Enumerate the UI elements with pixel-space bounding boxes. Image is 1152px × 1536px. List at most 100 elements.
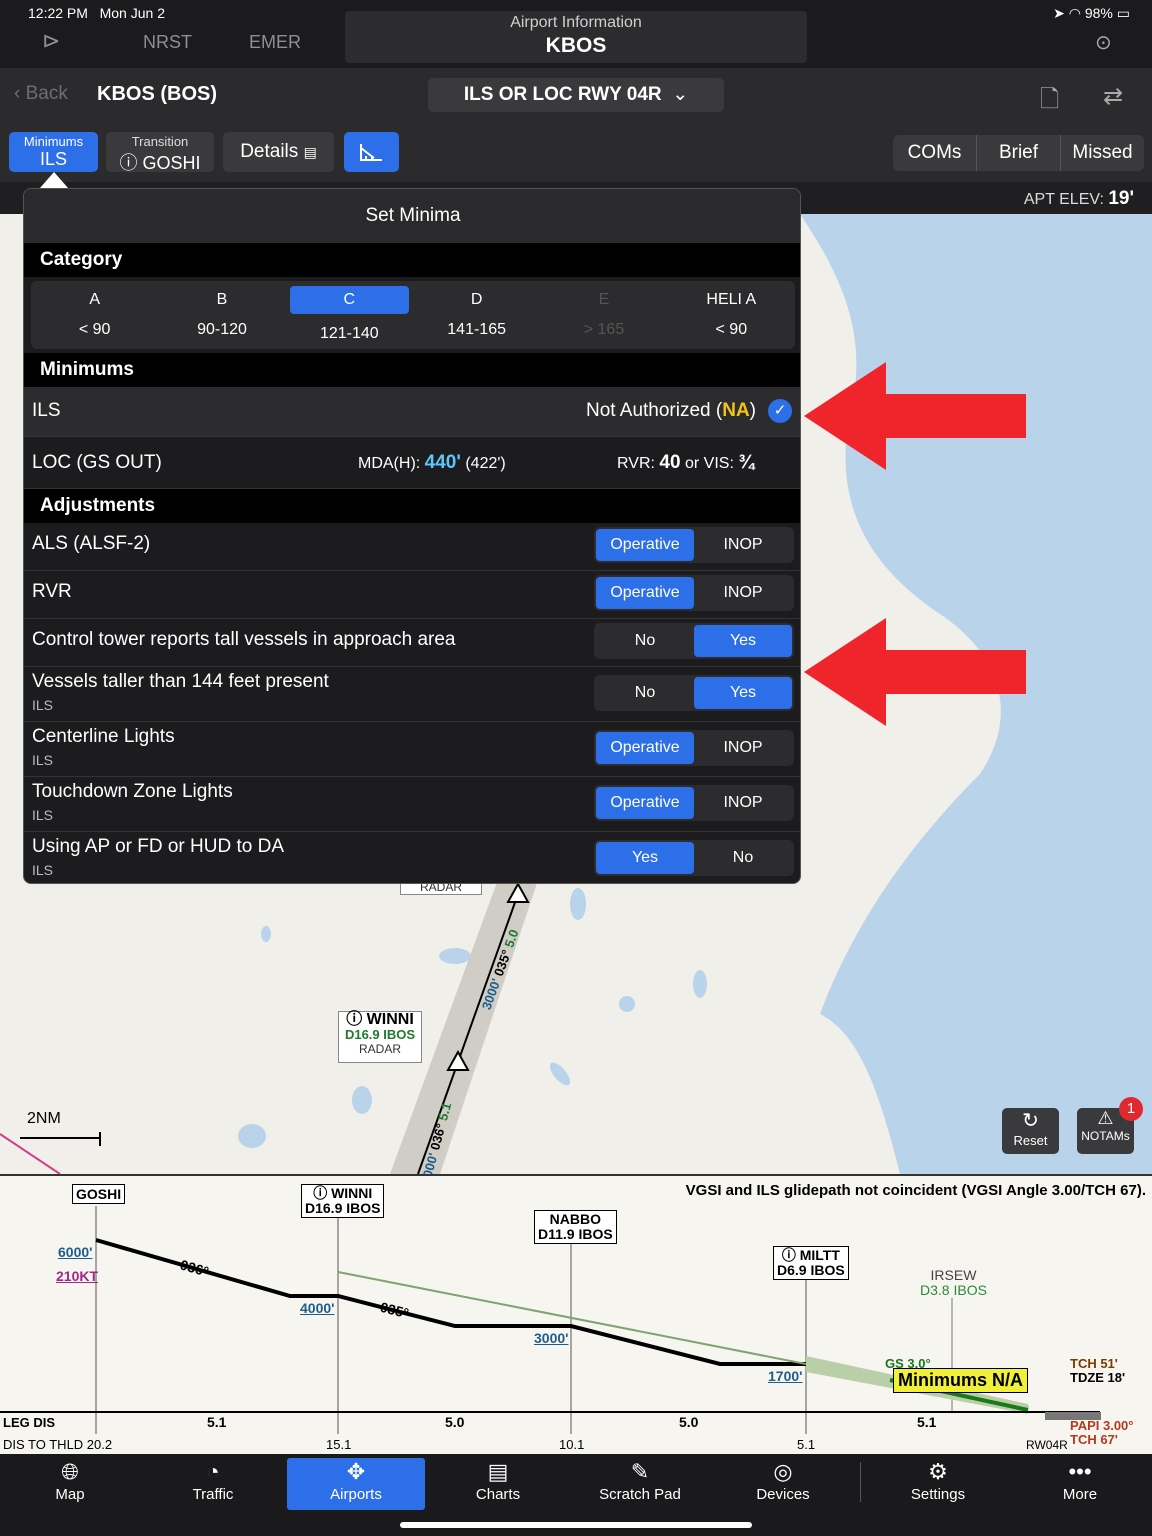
miltt-fix: ⓘ MILTT D6.9 IBOS xyxy=(773,1246,849,1280)
runway-label: RW04R xyxy=(1026,1438,1068,1452)
profile-view-button[interactable] xyxy=(344,132,399,172)
vessels-144-no[interactable]: No xyxy=(596,677,694,709)
info-icon: ⓘ xyxy=(119,153,143,173)
winni-fix-box[interactable]: ⓘ WINNI D16.9 IBOS RADAR xyxy=(338,1011,422,1063)
thld-3: 5.1 xyxy=(797,1437,816,1452)
minimums-value: ILS xyxy=(39,149,68,169)
dis-thld-label: DIS TO THLD 20.2 xyxy=(3,1437,113,1452)
tall-vessels-yes[interactable]: Yes xyxy=(694,625,792,657)
adjust-vessels-144-row: Vessels taller than 144 feet present ILS… xyxy=(24,667,800,722)
tab-devices[interactable]: ◎ Devices xyxy=(723,1458,843,1510)
category-d[interactable]: D 141-165 xyxy=(413,281,540,349)
leg-1: 5.1 xyxy=(207,1414,227,1430)
airport-icon: ✥ xyxy=(346,1459,366,1484)
minimums-heading: Minimums xyxy=(24,353,800,387)
add-document-icon[interactable]: 🗋 xyxy=(1040,82,1059,123)
tdz-toggle[interactable]: Operative INOP xyxy=(594,785,794,821)
reset-button[interactable]: ↻ Reset xyxy=(1002,1108,1059,1154)
category-selector: A < 90 B 90-120 C 121-140 D 141-165 E > 165 H… xyxy=(31,281,795,349)
alt-4000: 4000' xyxy=(300,1300,335,1316)
category-a[interactable]: A < 90 xyxy=(31,281,158,349)
winni-fix-dist: D16.9 IBOS xyxy=(344,1027,416,1042)
tall-vessels-toggle[interactable]: No Yes xyxy=(594,623,794,659)
red-arrow-vessels xyxy=(804,618,1026,726)
als-operative[interactable]: Operative xyxy=(596,529,694,561)
alt-3000: 3000' xyxy=(534,1330,569,1346)
info-airport: KBOS xyxy=(545,34,607,57)
tdz-operative[interactable]: Operative xyxy=(596,787,694,819)
winni-profile-fix: ⓘ WINNI D16.9 IBOS xyxy=(301,1184,385,1218)
adjust-rvr-row: RVR Operative INOP xyxy=(24,571,800,619)
scratch-pad-icon: ✎ xyxy=(630,1459,650,1484)
profile-icon xyxy=(360,144,382,161)
ap-fd-sub: ILS xyxy=(32,862,54,878)
chevron-down-icon: ⌄ xyxy=(672,84,689,105)
popover-title: Set Minima xyxy=(24,189,800,243)
als-inop[interactable]: INOP xyxy=(694,529,792,561)
als-toggle[interactable]: Operative INOP xyxy=(594,527,794,563)
nabbo-fix: NABBO D11.9 IBOS xyxy=(534,1210,617,1244)
leg-3: 5.0 xyxy=(679,1414,699,1430)
tab-charts[interactable]: ▤ Charts xyxy=(438,1458,558,1510)
transition-button[interactable]: Transition ⓘ GOSHI xyxy=(106,132,214,173)
profile-view[interactable]: VGSI and ILS glidepath not coincident (V… xyxy=(0,1174,1152,1454)
centerline-inop[interactable]: INOP xyxy=(694,732,792,764)
airport-name: KBOS (BOS) xyxy=(97,83,217,105)
tall-vessels-no[interactable]: No xyxy=(596,625,694,657)
centerline-operative[interactable]: Operative xyxy=(596,732,694,764)
ap-fd-no[interactable]: No xyxy=(694,842,792,874)
rvr-operative[interactable]: Operative xyxy=(596,577,694,609)
minimums-button[interactable]: Minimums ILS xyxy=(9,132,98,172)
adjust-centerline-row: Centerline Lights ILS Operative INOP xyxy=(24,722,800,777)
tab-more[interactable]: ••• More xyxy=(1020,1458,1140,1510)
details-button[interactable]: Details ▤ xyxy=(223,132,334,172)
brief-button[interactable]: Brief xyxy=(977,135,1061,171)
tab-traffic[interactable]: ◔ Traffic xyxy=(153,1458,273,1510)
missed-button[interactable]: Missed xyxy=(1061,135,1144,171)
ils-status: Not Authorized (NA) xyxy=(585,400,756,421)
switch-icon[interactable]: ⇄ xyxy=(1103,82,1123,111)
ap-fd-toggle[interactable]: Yes No xyxy=(594,840,794,876)
coms-button[interactable]: COMs xyxy=(893,135,977,171)
thld-2: 10.1 xyxy=(559,1437,585,1452)
status-battery: ➤ ◠ 98% ▭ xyxy=(1053,5,1130,21)
category-heading: Category xyxy=(24,243,800,277)
tab-airports[interactable]: ✥ Airports xyxy=(287,1458,425,1510)
centerline-toggle[interactable]: Operative INOP xyxy=(594,730,794,766)
adjustments-heading: Adjustments xyxy=(24,489,800,523)
leg-dis-label: LEG DIS xyxy=(3,1415,56,1430)
tab-scratch-pad[interactable]: ✎ Scratch Pad xyxy=(580,1458,700,1510)
tdz-inop[interactable]: INOP xyxy=(694,787,792,819)
vessels-144-yes[interactable]: Yes xyxy=(694,677,792,709)
tab-map[interactable]: 🌐︎ Map xyxy=(10,1458,130,1510)
category-c[interactable]: C 121-140 xyxy=(286,281,413,349)
loc-minimums-row[interactable]: LOC (GS OUT) MDA(H): 440' (422') RVR: 40… xyxy=(24,437,800,489)
ils-minimums-row[interactable]: ILS Not Authorized (NA) ✓ xyxy=(24,387,800,437)
procedure-select[interactable]: ILS OR LOC RWY 04R ⌄ xyxy=(428,78,724,112)
chart-view-segment[interactable]: COMs Brief Missed xyxy=(893,135,1144,171)
adjust-als-row: ALS (ALSF-2) Operative INOP xyxy=(24,523,800,571)
home-indicator xyxy=(400,1522,752,1528)
vessels-144-toggle[interactable]: No Yes xyxy=(594,675,794,711)
charts-icon: ▤ xyxy=(487,1459,509,1484)
back-button[interactable]: ‹ Back xyxy=(14,83,68,105)
airport-info-box[interactable]: Airport Information KBOS xyxy=(345,11,807,63)
rvr-toggle[interactable]: Operative INOP xyxy=(594,575,794,611)
set-minima-popover: Set Minima Category A < 90 B 90-120 C 121-1… xyxy=(23,188,801,884)
leg-2: 5.0 xyxy=(445,1414,465,1430)
ils-label: ILS xyxy=(32,400,61,421)
ap-fd-yes[interactable]: Yes xyxy=(596,842,694,874)
category-heli-a[interactable]: HELI A < 90 xyxy=(668,281,795,349)
more-options-icon[interactable]: ⊙ xyxy=(1095,30,1112,55)
devices-icon: ◎ xyxy=(773,1459,793,1484)
reset-icon: ↻ xyxy=(1022,1110,1039,1132)
category-b[interactable]: B 90-120 xyxy=(158,281,285,349)
emer-button[interactable]: EMER xyxy=(249,32,301,53)
nrst-button[interactable]: NRST xyxy=(143,32,192,53)
tab-settings[interactable]: ⚙ Settings xyxy=(878,1458,998,1510)
papi-label: PAPI 3.00° TCH 67' xyxy=(1070,1418,1134,1447)
adjust-tdz-row: Touchdown Zone Lights ILS Operative INOP xyxy=(24,777,800,832)
rvr-inop[interactable]: INOP xyxy=(694,577,792,609)
direct-to-icon[interactable]: ⊳ xyxy=(42,28,60,54)
thld-1: 15.1 xyxy=(326,1437,352,1452)
